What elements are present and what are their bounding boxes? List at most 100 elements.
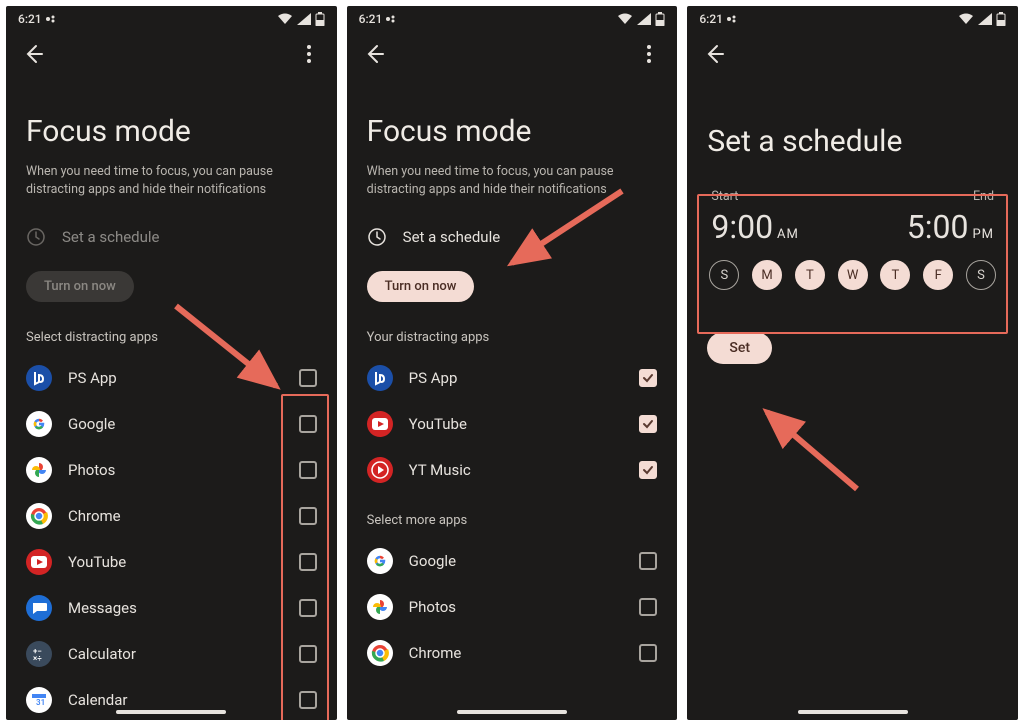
signal-icon [637, 13, 651, 25]
set-button[interactable]: Set [707, 332, 772, 364]
app-name-label: Google [68, 415, 299, 433]
screen-1-focus-mode: 6:21 Focus mode When you need time to fo… [6, 6, 337, 720]
top-bar [347, 30, 678, 74]
back-button[interactable] [363, 42, 387, 66]
app-checkbox[interactable] [639, 369, 657, 387]
apps-list: PS App Google Photos ChromeYouTubeMessages+… [6, 355, 337, 720]
back-arrow-icon [365, 44, 385, 64]
section-your-apps: Your distracting apps [347, 326, 678, 355]
app-name-label: Chrome [409, 644, 640, 662]
app-row[interactable]: Google [6, 401, 337, 447]
turn-on-now-button[interactable]: Turn on now [367, 271, 475, 302]
app-checkbox[interactable] [639, 415, 657, 433]
page-title: Focus mode [347, 74, 678, 159]
app-name-label: YT Music [409, 461, 640, 479]
day-toggle[interactable]: F [923, 260, 953, 290]
app-icon [26, 365, 52, 391]
status-indicator-icon [727, 15, 739, 23]
app-checkbox[interactable] [299, 507, 317, 525]
days-row: SMTWTFS [707, 256, 998, 290]
more-vert-icon [307, 45, 311, 63]
app-checkbox[interactable] [639, 461, 657, 479]
day-toggle[interactable]: S [966, 260, 996, 290]
app-row[interactable]: Messages [6, 585, 337, 631]
app-row[interactable]: PS App [347, 355, 678, 401]
more-vert-icon [647, 45, 651, 63]
section-select-apps: Select distracting apps [6, 326, 337, 355]
app-checkbox[interactable] [299, 691, 317, 709]
app-row[interactable]: +−×÷Calculator [6, 631, 337, 677]
app-name-label: Photos [68, 461, 299, 479]
app-name-label: Photos [409, 598, 640, 616]
app-name-label: Calculator [68, 645, 299, 663]
status-bar: 6:21 [347, 6, 678, 30]
page-subtitle: When you need time to focus, you can pau… [347, 159, 678, 217]
page-subtitle: When you need time to focus, you can pau… [6, 159, 337, 217]
overflow-menu-button[interactable] [637, 42, 661, 66]
day-toggle[interactable]: W [838, 260, 868, 290]
top-bar [687, 30, 1018, 74]
app-checkbox[interactable] [299, 369, 317, 387]
battery-icon [655, 12, 665, 26]
nav-home-indicator[interactable] [457, 710, 567, 714]
app-row[interactable]: PS App [6, 355, 337, 401]
screen-2-focus-mode-selected: 6:21 Focus mode When you need time to fo… [347, 6, 678, 720]
page-title: Set a schedule [687, 74, 1018, 169]
status-time: 6:21 [18, 12, 42, 26]
set-schedule-row[interactable]: Set a schedule [6, 217, 337, 259]
signal-icon [297, 13, 311, 25]
app-icon [26, 411, 52, 437]
app-icon [26, 457, 52, 483]
turn-on-now-button[interactable]: Turn on now [26, 271, 134, 302]
clock-icon [367, 227, 387, 247]
set-schedule-row[interactable]: Set a schedule [347, 217, 678, 259]
app-row[interactable]: Chrome [347, 630, 678, 676]
app-icon [367, 457, 393, 483]
back-button[interactable] [22, 42, 46, 66]
app-checkbox[interactable] [299, 553, 317, 571]
nav-home-indicator[interactable] [116, 710, 226, 714]
app-icon [367, 594, 393, 620]
back-arrow-icon [705, 44, 725, 64]
day-toggle[interactable]: S [709, 260, 739, 290]
app-checkbox[interactable] [299, 461, 317, 479]
overflow-menu-button[interactable] [297, 42, 321, 66]
set-schedule-label: Set a schedule [62, 228, 160, 246]
app-checkbox[interactable] [639, 552, 657, 570]
battery-icon [315, 12, 325, 26]
status-indicator-icon [386, 15, 398, 23]
app-row[interactable]: YouTube [347, 401, 678, 447]
app-row[interactable]: Photos [347, 584, 678, 630]
app-row[interactable]: YouTube [6, 539, 337, 585]
back-button[interactable] [703, 42, 727, 66]
start-time-button[interactable]: 9:00AM [711, 208, 799, 246]
app-checkbox[interactable] [639, 598, 657, 616]
app-row[interactable]: YT Music [347, 447, 678, 493]
day-toggle[interactable]: T [795, 260, 825, 290]
app-checkbox[interactable] [639, 644, 657, 662]
status-indicator-icon [46, 15, 58, 23]
page-title: Focus mode [6, 74, 337, 159]
app-icon [26, 549, 52, 575]
app-checkbox[interactable] [299, 645, 317, 663]
day-toggle[interactable]: M [752, 260, 782, 290]
end-time-button[interactable]: 5:00PM [907, 208, 994, 246]
app-checkbox[interactable] [299, 415, 317, 433]
day-toggle[interactable]: T [880, 260, 910, 290]
apps-list-selected: PS App YouTube YT Music [347, 355, 678, 493]
app-name-label: Calendar [68, 691, 299, 709]
app-checkbox[interactable] [299, 599, 317, 617]
app-row[interactable]: Google [347, 538, 678, 584]
status-bar: 6:21 [687, 6, 1018, 30]
app-name-label: YouTube [409, 415, 640, 433]
apps-list-more: Google Photos Chrome [347, 538, 678, 676]
nav-home-indicator[interactable] [798, 710, 908, 714]
start-label: Start [711, 189, 738, 204]
app-row[interactable]: Chrome [6, 493, 337, 539]
app-row[interactable]: Photos [6, 447, 337, 493]
wifi-icon [277, 13, 293, 25]
end-time-suffix: PM [972, 227, 994, 242]
top-bar [6, 30, 337, 74]
app-icon [26, 595, 52, 621]
svg-text:31: 31 [36, 698, 45, 707]
